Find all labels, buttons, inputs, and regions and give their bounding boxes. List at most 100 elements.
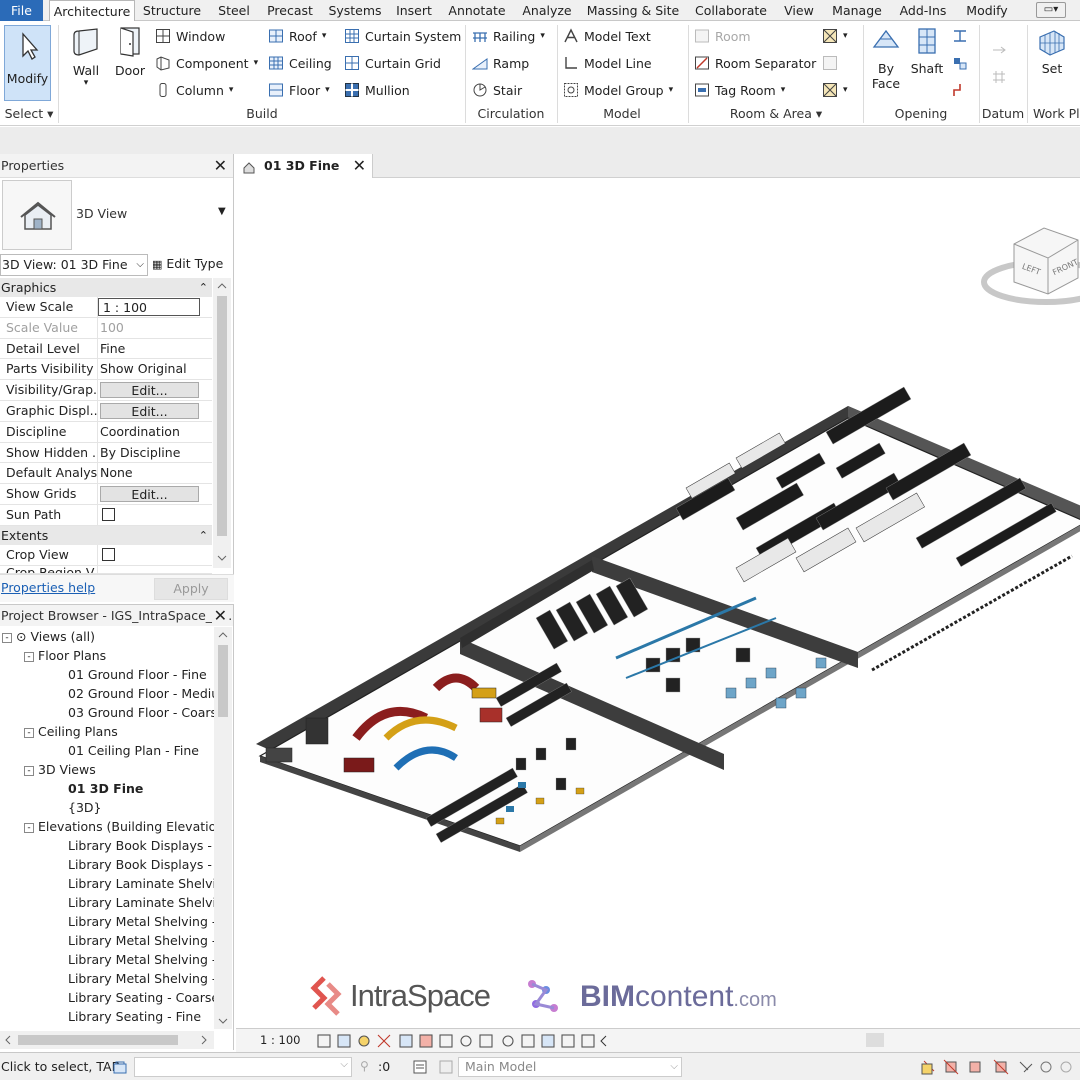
tab-01-3d-fine[interactable]: 01 3D Fine ✕	[236, 154, 373, 178]
prop-row-show-hidden[interactable]: Show Hidden ... By Discipline	[0, 442, 212, 464]
shaft-button[interactable]: Shaft	[908, 25, 946, 76]
room-area-panel-label[interactable]: Room & Area ▾	[690, 105, 862, 123]
tag-area-button[interactable]: ▾	[822, 79, 848, 101]
tree-item[interactable]: Library Laminate Shelvin	[68, 893, 214, 912]
view-scale-control[interactable]: 1 : 100	[260, 1033, 300, 1047]
curtain-grid-button[interactable]: Curtain Grid	[344, 52, 441, 74]
view-scale-input[interactable]: 1 : 100	[98, 298, 200, 316]
type-dropdown-icon[interactable]: ▼	[218, 206, 226, 217]
roof-button[interactable]: Roof ▾	[268, 25, 326, 47]
tab-add-ins[interactable]: Add-Ins	[895, 0, 951, 21]
tree-item[interactable]: Library Laminate Shelvin	[68, 874, 214, 893]
tab-manage[interactable]: Manage	[826, 0, 888, 21]
3d-view-canvas[interactable]: LEFT FRONT	[236, 178, 1080, 1028]
prop-row-parts-visibility[interactable]: Parts Visibility Show Original	[0, 359, 212, 381]
room-separator-button[interactable]: Room Separator	[694, 52, 816, 74]
tree-group[interactable]: - Floor Plans	[24, 646, 106, 665]
tree-item[interactable]: Library Book Displays - C	[68, 836, 214, 855]
ceiling-button[interactable]: Ceiling	[268, 52, 332, 74]
view-control-icons[interactable]	[316, 1032, 636, 1050]
model-group-button[interactable]: Model Group ▾	[563, 79, 673, 101]
tree-group[interactable]: - ⊙ Views (all)	[2, 627, 95, 646]
tag-room-button[interactable]: Tag Room ▾	[694, 79, 785, 101]
set-work-plane-button[interactable]: Set	[1034, 25, 1070, 76]
browser-horizontal-scrollbar[interactable]	[0, 1031, 214, 1049]
selection-filter-icons[interactable]	[920, 1058, 1076, 1076]
collapse-toggle-icon[interactable]: -	[2, 632, 12, 643]
main-model-dropdown[interactable]: Main Model ⌵	[458, 1057, 682, 1077]
window-button[interactable]: Window	[155, 25, 225, 47]
tab-architecture[interactable]: Architecture	[49, 0, 135, 22]
edit-type-button[interactable]: ▦ Edit Type	[152, 254, 223, 276]
tree-item[interactable]: Library Metal Shelving - S	[68, 969, 214, 988]
collapse-toggle-icon[interactable]: -	[24, 651, 34, 662]
level-button[interactable]	[991, 39, 1007, 61]
tree-item[interactable]: 01 Ceiling Plan - Fine	[68, 741, 199, 760]
section-graphics[interactable]: Graphics ⌃	[0, 278, 212, 297]
by-face-button[interactable]: By Face	[868, 25, 904, 91]
tree-item[interactable]: 02 Ground Floor - Mediu	[68, 684, 214, 703]
design-options-icon[interactable]	[412, 1059, 428, 1078]
show-grids-edit-button[interactable]: Edit...	[100, 486, 199, 502]
close-icon[interactable]: ✕	[353, 154, 366, 178]
tree-item[interactable]: {3D}	[68, 798, 101, 817]
tab-insert[interactable]: Insert	[392, 0, 436, 21]
collapse-toggle-icon[interactable]: -	[24, 822, 34, 833]
area-boundary-button[interactable]	[822, 52, 838, 74]
ribbon-toggle-button[interactable]: ▭▾	[1036, 2, 1066, 18]
canvas-scroll-handle[interactable]	[866, 1033, 884, 1047]
tab-modify[interactable]: Modify	[958, 0, 1016, 21]
curtain-system-button[interactable]: Curtain System	[344, 25, 461, 47]
tab-file[interactable]: File	[0, 0, 43, 21]
tab-analyze[interactable]: Analyze	[518, 0, 576, 21]
tab-view[interactable]: View	[780, 0, 818, 21]
column-button[interactable]: Column ▾	[155, 79, 233, 101]
tab-massing-site[interactable]: Massing & Site	[584, 0, 682, 21]
area-button[interactable]: ▾	[822, 25, 848, 47]
tab-systems[interactable]: Systems	[325, 0, 385, 21]
tree-group[interactable]: - Elevations (Building Elevatio	[24, 817, 214, 836]
design-option-set-icon[interactable]	[438, 1059, 454, 1078]
close-icon[interactable]: ✕	[214, 154, 227, 178]
component-button[interactable]: Component ▾	[155, 52, 258, 74]
grid-button[interactable]	[991, 66, 1007, 88]
tab-steel[interactable]: Steel	[212, 0, 256, 21]
floor-button[interactable]: Floor ▾	[268, 79, 330, 101]
prop-row-discipline[interactable]: Discipline Coordination	[0, 421, 212, 443]
tree-group[interactable]: -3D Views	[24, 760, 96, 779]
tree-item[interactable]: 03 Ground Floor - Coarse	[68, 703, 214, 722]
vg-edit-button[interactable]: Edit...	[100, 382, 199, 398]
viewcube[interactable]: LEFT FRONT	[981, 227, 1080, 305]
door-button[interactable]: Door	[112, 25, 148, 78]
select-panel-label[interactable]: Select ▾	[2, 105, 56, 123]
prop-row-detail-level[interactable]: Detail Level Fine	[0, 338, 212, 360]
graphic-display-edit-button[interactable]: Edit...	[100, 402, 199, 419]
wall-opening-button[interactable]	[952, 25, 968, 47]
wall-button[interactable]: Wall ▾	[66, 25, 106, 88]
apply-button[interactable]: Apply	[154, 578, 228, 600]
tree-item[interactable]: 01 Ground Floor - Fine	[68, 665, 207, 684]
tree-item[interactable]: Library Book Displays - Fi	[68, 855, 214, 874]
tab-annotate[interactable]: Annotate	[444, 0, 510, 21]
tree-group[interactable]: - Ceiling Plans	[24, 722, 118, 741]
model-line-button[interactable]: Model Line	[563, 52, 652, 74]
tree-item[interactable]: Library Metal Shelving - I	[68, 912, 214, 931]
railing-button[interactable]: Railing ▾	[472, 25, 545, 47]
crop-view-checkbox[interactable]	[102, 547, 115, 561]
close-icon[interactable]: ✕	[211, 605, 227, 626]
worksets-icon[interactable]	[112, 1059, 128, 1078]
section-extents[interactable]: Extents ⌃	[0, 525, 212, 545]
ramp-button[interactable]: Ramp	[472, 52, 529, 74]
prop-row-default-analysis[interactable]: Default Analys...None	[0, 463, 212, 485]
tree-item[interactable]: 01 3D Fine	[68, 779, 143, 798]
tab-collaborate[interactable]: Collaborate	[690, 0, 772, 21]
sun-path-checkbox[interactable]	[102, 507, 115, 521]
tree-item[interactable]: Library Seating - Fine	[68, 1007, 201, 1026]
dormer-button[interactable]	[952, 79, 968, 101]
tree-item[interactable]: Library Seating - Coarse	[68, 988, 214, 1007]
stair-button[interactable]: Stair	[472, 79, 522, 101]
vertical-opening-button[interactable]	[952, 52, 968, 74]
room-button[interactable]: Room	[694, 25, 751, 47]
tab-structure[interactable]: Structure	[141, 0, 203, 21]
tree-item[interactable]: Library Metal Shelving - I	[68, 931, 214, 950]
